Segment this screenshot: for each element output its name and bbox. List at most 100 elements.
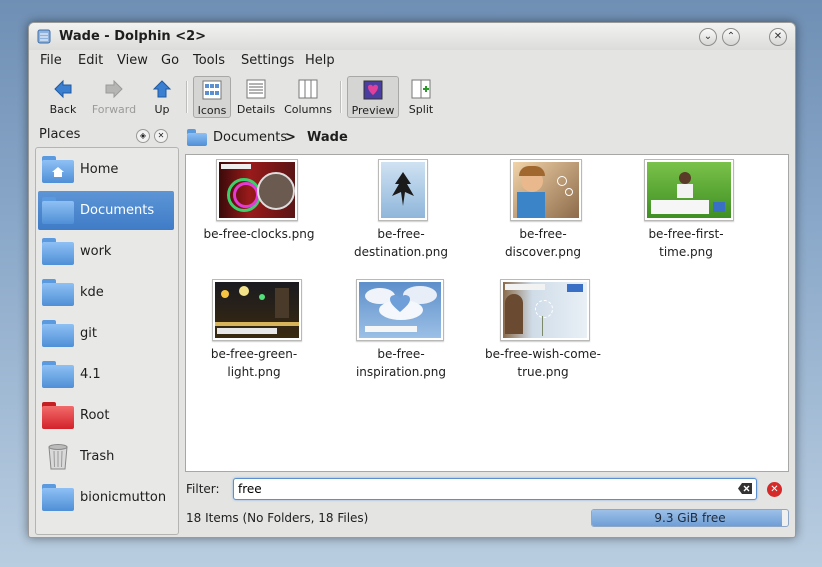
file-name[interactable]: be-free-first- [621,225,751,243]
close-icon: ✕ [773,31,783,42]
breadcrumb-current[interactable]: Wade [307,130,348,145]
file-name-line2[interactable]: light.png [189,363,319,381]
menu-tools[interactable]: Tools [193,53,225,68]
place-label: kde [80,285,104,300]
details-view-icon [246,79,266,99]
panel-float-button[interactable]: ◈ [136,129,150,143]
details-view-button[interactable]: Details [235,76,277,116]
chevron-down-icon: ⌄ [703,31,713,42]
arrow-up-icon [152,80,172,98]
folder-icon [42,279,74,306]
file-name-line2[interactable]: destination.png [336,243,466,261]
back-button[interactable]: Back [43,76,83,116]
preview-button[interactable]: Preview [347,76,399,118]
places-panel: Home Documents work kde git 4.1 Root Tra… [35,147,179,535]
file-name[interactable]: be-free-green- [189,345,319,363]
split-button[interactable]: Split [403,76,439,116]
chevron-up-icon: ⌃ [726,31,736,42]
menu-view[interactable]: View [117,53,148,68]
columns-view-button[interactable]: Columns [283,76,333,116]
menu-settings[interactable]: Settings [241,53,294,68]
red-folder-icon [42,402,74,429]
file-name[interactable]: be-free-wish-come- [478,345,608,363]
dolphin-window: Wade - Dolphin <2> ⌄ ⌃ ✕ File Edit View … [28,22,796,538]
preview-label: Preview [351,104,395,117]
file-name-line2[interactable]: time.png [621,243,751,261]
breadcrumb-documents[interactable]: Documents [213,130,287,145]
close-icon: ✕ [157,131,165,140]
clear-text-icon[interactable] [738,483,752,494]
place-label: bionicmutton [80,490,167,505]
status-text: 18 Items (No Folders, 18 Files) [186,511,369,525]
close-filter-button[interactable]: ✕ [767,482,782,497]
app-icon[interactable] [37,29,51,44]
up-label: Up [154,103,170,116]
file-view[interactable]: be-free-clocks.png be-free- destination.… [185,154,789,472]
free-space-text: 9.3 GiB free [654,511,726,525]
folder-icon [187,129,207,146]
place-item-git[interactable]: git [38,314,174,353]
menu-edit[interactable]: Edit [78,53,103,68]
place-item-work[interactable]: work [38,232,174,271]
place-label: work [80,244,112,259]
file-name[interactable]: be-free- [336,225,466,243]
place-item-4-1[interactable]: 4.1 [38,355,174,394]
file-thumbnail[interactable] [212,279,302,341]
filter-input[interactable] [234,479,722,499]
menu-bar: File Edit View Go Tools Settings Help [29,50,795,72]
toolbar-separator [340,81,342,113]
file-name-line2[interactable]: true.png [478,363,608,381]
arrow-right-icon [105,79,123,99]
place-item-documents[interactable]: Documents [38,191,174,230]
file-name[interactable]: be-free-clocks.png [194,225,324,243]
file-name[interactable]: be-free- [478,225,608,243]
home-folder-icon [42,156,74,183]
breadcrumb-separator[interactable]: > [285,130,296,145]
place-item-kde[interactable]: kde [38,273,174,312]
place-item-trash[interactable]: Trash [38,437,174,476]
title-bar[interactable]: Wade - Dolphin <2> ⌄ ⌃ ✕ [29,23,795,50]
file-thumbnail[interactable] [356,279,444,341]
file-thumbnail[interactable] [500,279,590,341]
icons-label: Icons [197,104,227,117]
back-label: Back [49,103,77,116]
place-label: Root [80,408,110,423]
place-item-home[interactable]: Home [38,150,174,189]
toolbar-separator [186,81,188,113]
place-item-root[interactable]: Root [38,396,174,435]
place-label: Trash [80,449,115,464]
panel-close-button[interactable]: ✕ [154,129,168,143]
file-name-line2[interactable]: inspiration.png [336,363,466,381]
icons-view-icon [202,80,222,100]
filter-field[interactable] [233,478,757,500]
minimize-button[interactable]: ⌄ [699,28,717,46]
close-button[interactable]: ✕ [769,28,787,46]
free-space-bar: 9.3 GiB free [591,509,789,527]
breadcrumb: Documents > Wade [185,127,785,149]
file-thumbnail[interactable] [378,159,428,221]
file-name-line2[interactable]: discover.png [478,243,608,261]
icons-view-button[interactable]: Icons [193,76,231,118]
up-button[interactable]: Up [145,76,179,116]
trash-icon [48,444,68,470]
columns-label: Columns [284,103,332,116]
split-label: Split [408,103,434,116]
file-thumbnail[interactable] [216,159,298,221]
menu-help[interactable]: Help [305,53,335,68]
maximize-button[interactable]: ⌃ [722,28,740,46]
menu-file[interactable]: File [40,53,62,68]
forward-label: Forward [91,103,137,116]
places-panel-title: Places [39,127,81,142]
menu-go[interactable]: Go [161,53,179,68]
filter-label: Filter: [186,482,220,496]
folder-icon [42,320,74,347]
file-thumbnail[interactable] [644,159,734,221]
place-label: Documents [80,203,155,218]
file-name[interactable]: be-free- [336,345,466,363]
place-item-bionicmutton[interactable]: bionicmutton [38,478,174,517]
folder-icon [42,197,74,224]
file-thumbnail[interactable] [510,159,582,221]
split-view-icon [411,79,431,99]
forward-button[interactable]: Forward [89,76,139,116]
folder-icon [42,484,74,511]
